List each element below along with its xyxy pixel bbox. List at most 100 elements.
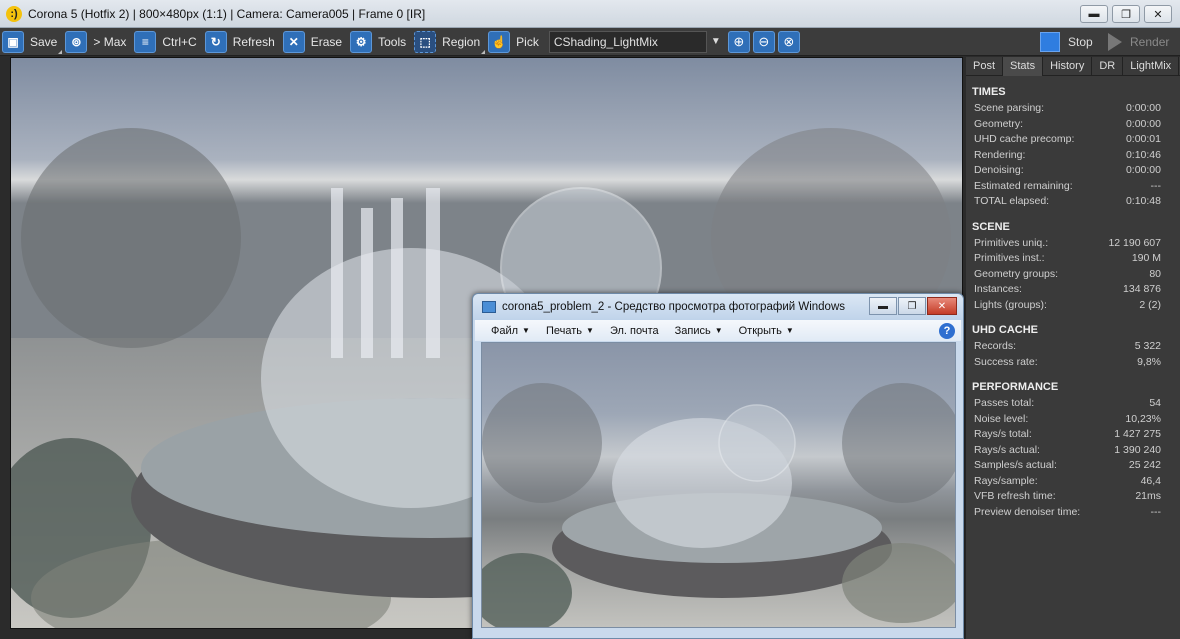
refresh-label: Refresh: [232, 34, 275, 49]
stat-row: Primitives inst.: 190 M: [966, 252, 1180, 268]
stats-sections: TIMES Scene parsing: 0:00:00 Geometry: 0:00:…: [966, 86, 1180, 521]
zoom-fit-icon[interactable]: ⊗: [777, 30, 800, 53]
section-title: UHD CACHE: [972, 324, 1038, 336]
dropdown-corner-icon: [58, 49, 63, 54]
copy-button[interactable]: ≡ Ctrl+C: [134, 29, 202, 55]
stat-value: 0:00:00: [1125, 117, 1161, 130]
region-button[interactable]: ⬚ Region: [414, 29, 486, 55]
image-file-icon: [482, 301, 496, 313]
stat-value: 0:00:00: [1125, 102, 1161, 114]
stat-value: 5 322: [1134, 340, 1161, 352]
minimize-button[interactable]: ▬: [1080, 5, 1108, 23]
photo-viewer-image[interactable]: [481, 342, 956, 628]
close-button[interactable]: ✕: [1144, 5, 1172, 23]
photo-viewer-controls: ▬ ❐ ✕: [869, 297, 957, 315]
stat-row: Samples/s actual: 25 242: [966, 459, 1180, 475]
save-label: Save: [30, 34, 58, 49]
tab-dr[interactable]: DR: [1092, 57, 1124, 76]
tab-history[interactable]: History: [1043, 57, 1093, 76]
stat-label: Rays/s actual:: [974, 443, 1040, 456]
stat-value: 0:10:48: [1125, 195, 1161, 207]
stat-label: Lights (groups):: [974, 298, 1047, 311]
stat-row: UHD cache precomp: 0:00:01: [966, 133, 1180, 149]
stop-label: Stop: [1068, 35, 1093, 49]
clipboard-icon: ≡: [134, 30, 157, 53]
erase-button[interactable]: ✕ Erase: [282, 29, 348, 55]
stat-value: 12 190 607: [1108, 236, 1161, 249]
pick-button[interactable]: ☝ Pick: [488, 29, 545, 55]
floppy-disk-icon: ▣: [2, 30, 24, 53]
stat-row: Success rate: 9,8%: [966, 356, 1180, 372]
photo-viewer-window: corona5_problem_2 - Средство просмотра ф…: [472, 293, 964, 639]
region-label: Region: [442, 34, 481, 49]
max-button[interactable]: ⊚ > Max: [65, 29, 132, 55]
chevron-down-icon: ▼: [714, 326, 723, 335]
stat-value: 46,4: [1140, 474, 1161, 487]
stat-row: Rays/s actual: 1 390 240: [966, 444, 1180, 460]
stat-value: ---: [1150, 179, 1162, 192]
photo-viewer-menu: Файл ▼ Печать ▼ Эл. почта Запись ▼ Открыть ▼: [475, 320, 961, 341]
refresh-button[interactable]: ↻ Refresh: [204, 29, 281, 55]
stat-label: Primitives inst.:: [974, 252, 1045, 264]
zoom-in-icon[interactable]: ⊕: [727, 30, 750, 53]
menu-open[interactable]: Открыть: [739, 325, 782, 337]
chevron-down-icon[interactable]: ▼: [707, 31, 725, 53]
stat-row: VFB refresh time: 21ms: [966, 490, 1180, 506]
menu-email[interactable]: Эл. почта: [610, 325, 659, 337]
stat-row: Denoising: 0:00:00: [966, 164, 1180, 180]
stat-row: Primitives uniq.: 12 190 607: [966, 237, 1180, 253]
pv-close-button[interactable]: ✕: [927, 297, 957, 315]
tab-stats[interactable]: Stats: [1003, 57, 1044, 76]
render-element-select[interactable]: CShading_LightMix: [548, 30, 707, 53]
dropdown-corner-icon: [481, 49, 486, 54]
stat-label: Primitives uniq.:: [974, 236, 1049, 249]
photo-viewer-title: corona5_problem_2 - Средство просмотра ф…: [502, 301, 846, 313]
help-icon[interactable]: ?: [939, 323, 955, 339]
pv-minimize-button[interactable]: ▬: [869, 297, 897, 315]
stat-label: TOTAL elapsed:: [974, 195, 1050, 207]
stat-label: Samples/s actual:: [974, 459, 1057, 471]
stat-value: 0:00:01: [1125, 133, 1161, 145]
pv-restore-button[interactable]: ❐: [898, 297, 926, 315]
stat-value: 25 242: [1128, 459, 1161, 471]
tools-button[interactable]: ⚙ Tools: [350, 29, 412, 55]
stat-value: 1 427 275: [1114, 428, 1161, 440]
zoom-out-icon[interactable]: ⊖: [752, 30, 775, 53]
stat-label: Passes total:: [974, 397, 1035, 409]
stat-row: Scene parsing: 0:00:00: [966, 102, 1180, 118]
menu-file[interactable]: Файл: [491, 325, 518, 337]
erase-x-icon: ✕: [282, 30, 305, 53]
fountain-preview-image: [482, 383, 955, 627]
section-title: TIMES: [972, 86, 1006, 98]
stat-label: Success rate:: [974, 355, 1038, 368]
stat-value: 80: [1149, 267, 1161, 280]
refresh-icon: ↻: [204, 30, 227, 53]
tab-lightmix[interactable]: LightMix: [1123, 57, 1180, 76]
stat-label: Records:: [974, 340, 1017, 352]
stat-row: Preview denoiser time: ---: [966, 506, 1180, 522]
stat-value: 21ms: [1135, 490, 1161, 502]
stat-label: Preview denoiser time:: [974, 505, 1081, 518]
tools-label: Tools: [378, 34, 407, 49]
max-label: > Max: [93, 34, 127, 49]
menu-burn[interactable]: Запись: [675, 325, 711, 337]
stat-value: ---: [1150, 505, 1162, 518]
photo-viewer-title-bar: corona5_problem_2 - Средство просмотра ф…: [473, 294, 963, 320]
restore-button[interactable]: ❐: [1112, 5, 1140, 23]
save-button[interactable]: ▣ Save: [2, 29, 63, 55]
region-select-icon: ⬚: [414, 30, 437, 53]
stat-label: Geometry groups:: [974, 267, 1059, 280]
stat-label: UHD cache precomp:: [974, 133, 1075, 145]
stat-row: Geometry: 0:00:00: [966, 118, 1180, 134]
render-button[interactable]: Render: [1108, 28, 1169, 56]
gear-icon: ⚙: [350, 30, 373, 53]
copy-label: Ctrl+C: [162, 34, 197, 49]
stop-button[interactable]: Stop: [1040, 28, 1093, 56]
chevron-down-icon: ▼: [586, 326, 594, 335]
stat-value: 2 (2): [1139, 298, 1161, 311]
menu-print[interactable]: Печать: [546, 325, 582, 337]
pick-label: Pick: [516, 34, 539, 49]
stat-value: 190 M: [1131, 252, 1161, 264]
tab-post[interactable]: Post: [966, 57, 1004, 76]
window-controls: ▬ ❐ ✕: [1080, 5, 1172, 23]
